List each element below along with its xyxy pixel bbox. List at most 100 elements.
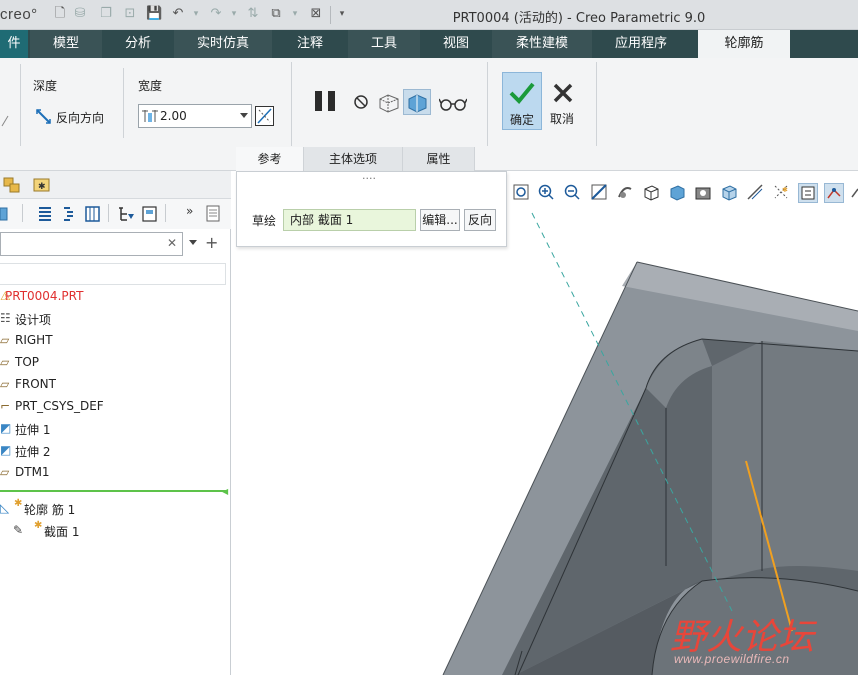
tree-expand-icon[interactable] (60, 205, 78, 223)
sketch-icon: ✎ (13, 523, 24, 537)
geometry-preview-icon[interactable] (377, 91, 401, 113)
tab-properties[interactable]: 属性 (403, 147, 475, 171)
refit-icon[interactable] (512, 183, 532, 203)
view-manager-icon[interactable] (668, 183, 688, 203)
section-icon[interactable] (746, 183, 766, 203)
new-feature-star-icon: ✱ (14, 498, 23, 509)
new-feature-star-icon: ✱ (34, 520, 43, 531)
svg-text:✱: ✱ (38, 182, 46, 192)
no-preview-icon[interactable] (353, 94, 369, 110)
tree-item-front[interactable]: FRONT (15, 377, 56, 391)
cancel-button[interactable]: 取消 (546, 72, 582, 130)
folder-browser-tab-icon[interactable]: ✱ (33, 176, 51, 194)
tree-item-extrude-1[interactable]: 拉伸 1 (15, 421, 50, 438)
search-dropdown-icon[interactable] (189, 240, 197, 245)
menu-analysis[interactable]: 分析 (102, 30, 174, 58)
datum-plane-icon: ▱ (0, 355, 10, 369)
cancel-label: 取消 (550, 112, 575, 126)
tree-search-input[interactable]: ✕ (0, 232, 183, 256)
watermark-title: 野火论坛 (670, 617, 815, 658)
references-panel: ···· 草绘 内部 截面 1 编辑... 反向 (236, 171, 507, 247)
attached-preview-button[interactable] (403, 89, 431, 115)
graphics-toolbar: ✱ (512, 181, 858, 207)
tab-body-options[interactable]: 主体选项 (304, 147, 403, 171)
tree-item-top[interactable]: TOP (15, 355, 39, 369)
more-display-icon[interactable] (850, 183, 858, 203)
flip-sketch-button[interactable]: 反向 (464, 209, 496, 231)
flip-direction-label: 反向方向 (56, 111, 105, 125)
collapsed-group-icon[interactable] (0, 112, 12, 128)
clear-search-icon[interactable]: ✕ (167, 236, 177, 250)
menu-model[interactable]: 模型 (30, 30, 102, 58)
annotation-display-icon[interactable] (798, 183, 818, 203)
csys-icon: ⌐ (0, 399, 11, 413)
pause-icon[interactable] (313, 89, 339, 113)
width-label: 宽度 (138, 79, 163, 93)
add-icon[interactable]: + (205, 233, 218, 252)
width-value: 2.00 (160, 109, 187, 123)
menu-live-simulation[interactable]: 实时仿真 (174, 30, 272, 58)
design-items-icon: ☷ (0, 311, 11, 325)
more-chevron-icon[interactable]: » (186, 204, 193, 218)
tree-item-extrude-2[interactable]: 拉伸 2 (15, 443, 50, 460)
tree-item-prt-csys-def[interactable]: PRT_CSYS_DEF (15, 399, 104, 413)
zoom-out-icon[interactable] (563, 183, 583, 203)
tree-item-right[interactable]: RIGHT (15, 333, 53, 347)
width-input[interactable]: 2.00 (138, 104, 252, 128)
menu-applications[interactable]: 应用程序 (592, 30, 690, 58)
display-style-icon[interactable] (694, 183, 714, 203)
menu-annotate[interactable]: 注释 (272, 30, 348, 58)
ribbon-separator (123, 68, 124, 138)
tab-references[interactable]: 参考 (236, 147, 304, 171)
sketch-display-icon[interactable] (824, 183, 844, 203)
tree-item-root-part[interactable]: PRT0004.PRT (5, 289, 83, 303)
verify-glasses-icon[interactable] (439, 96, 467, 112)
tree-filter-icon[interactable] (117, 205, 135, 223)
menu-flexible-modeling[interactable]: 柔性建模 (492, 30, 592, 58)
tree-item-section-1[interactable]: 截面 1 (44, 523, 79, 540)
perspective-icon[interactable] (720, 183, 740, 203)
extrude-icon: ◩ (0, 443, 12, 457)
tree-item-profile-rib-1[interactable]: 轮廓 筋 1 (24, 501, 75, 518)
datum-plane-icon: ▱ (0, 377, 10, 391)
toolbar-separator (22, 204, 23, 222)
insert-arrow-icon: ◀ (222, 487, 229, 496)
toolbar-separator (108, 204, 109, 222)
tree-item-dtm1[interactable]: DTM1 (15, 465, 50, 479)
sketch-collector[interactable]: 内部 截面 1 (283, 209, 416, 231)
tree-document-icon[interactable] (205, 204, 223, 224)
extrude-icon: ◩ (0, 421, 12, 435)
tree-item-design-items[interactable]: 设计项 (15, 311, 51, 328)
menu-tools[interactable]: 工具 (348, 30, 420, 58)
tree-column-header (0, 263, 226, 285)
flip-width-button[interactable] (255, 106, 274, 126)
model-tree-tab-icon[interactable] (3, 176, 21, 194)
model-inner-wall-face (712, 341, 858, 581)
spin-center-icon[interactable] (616, 183, 636, 203)
flip-direction-icon (36, 109, 51, 124)
menu-view[interactable]: 视图 (420, 30, 492, 58)
ribbon-separator (20, 64, 21, 146)
window-title: PRT0004 (活动的) - Creo Parametric 9.0 (452, 11, 706, 26)
sketch-label: 草绘 (252, 214, 277, 228)
tree-columns-icon[interactable] (36, 205, 54, 223)
cancel-x-icon (553, 83, 573, 103)
datum-display-icon[interactable]: ✱ (772, 183, 792, 203)
show-icon[interactable] (0, 205, 10, 223)
width-dropdown-icon[interactable] (240, 113, 248, 118)
show-tree-icon[interactable] (141, 205, 159, 223)
saved-orientations-icon[interactable] (642, 183, 662, 203)
zoom-in-icon[interactable] (537, 183, 557, 203)
rib-icon: ◺ (0, 501, 10, 515)
insert-here-line[interactable] (0, 490, 226, 492)
repaint-icon[interactable] (590, 183, 610, 203)
confirm-button[interactable]: 确定 (502, 72, 542, 130)
datum-plane-icon: ▱ (0, 333, 10, 347)
flip-direction-button[interactable]: 反向方向 (35, 107, 111, 127)
model-tree-panel: ✱ » ✕ + ⚠ PRT0004.PRT ☷ 设计项 ▱ RIGHT ▱ TO… (0, 171, 231, 675)
tree-settings-icon[interactable] (84, 205, 102, 223)
panel-grip-handle[interactable]: ···· (362, 172, 376, 185)
menu-profile-rib[interactable]: 轮廓筋 (698, 30, 790, 58)
menu-file[interactable]: 件 (0, 30, 28, 58)
edit-sketch-button[interactable]: 编辑... (420, 209, 460, 231)
